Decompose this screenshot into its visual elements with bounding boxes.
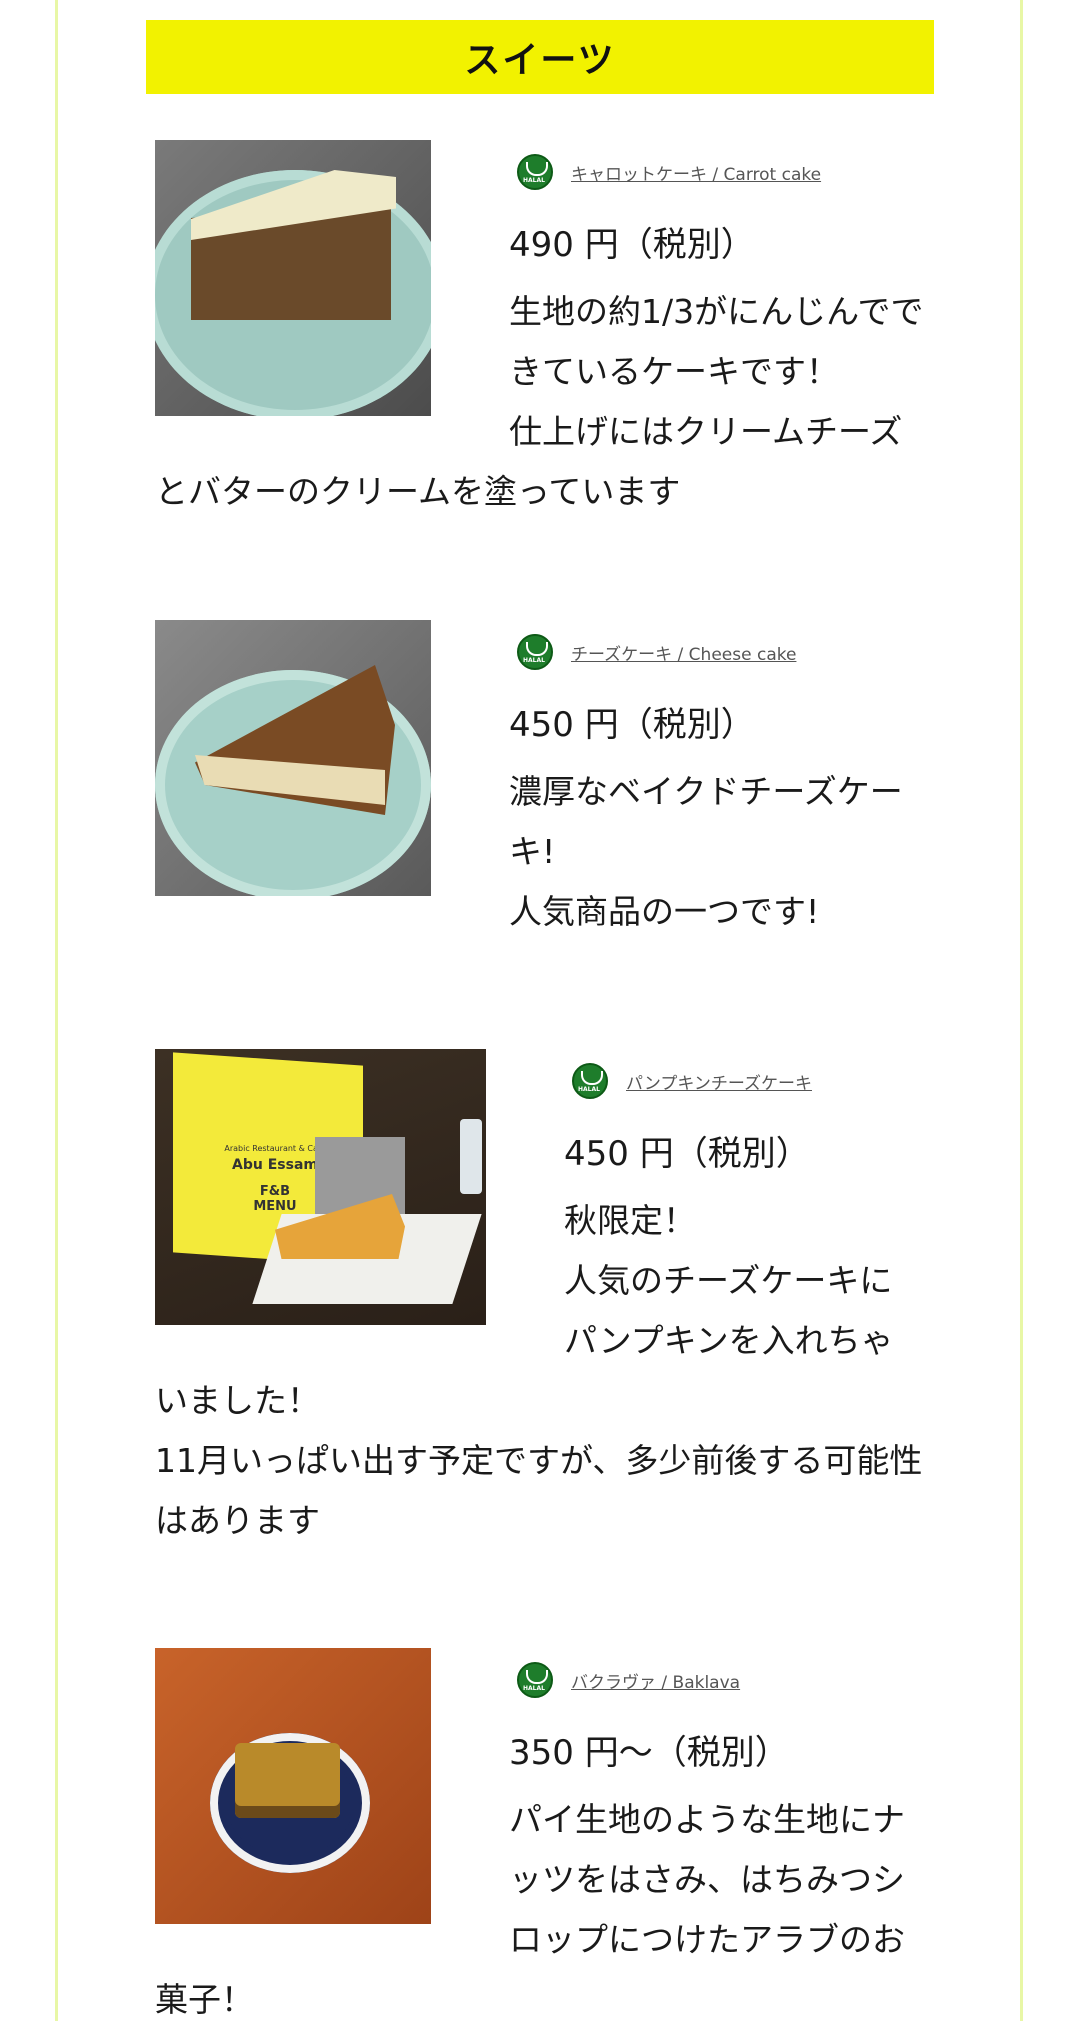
item-name-link[interactable]: チーズケーキ / Cheese cake — [571, 640, 796, 665]
menu-item-carrot-cake: キャロットケーキ / Carrot cake 490 円（税別） 生地の約1/3… — [155, 140, 925, 522]
item-name-link[interactable]: パンプキンチーズケーキ — [626, 1069, 812, 1094]
menu-item-pumpkin-cheese-cake: Arabic Restaurant & Cafe Abu Essam F&B M… — [155, 1049, 925, 1551]
baklava-photo — [155, 1648, 431, 1924]
menu-item-baklava: バクラヴァ / Baklava 350 円〜（税別） パイ生地のような生地にナッ… — [155, 1648, 925, 2030]
halal-icon — [517, 154, 553, 190]
cheese-cake-photo — [155, 620, 431, 896]
item-description-line: 仕上げにはクリームチーズとバターのクリームを塗っています — [155, 412, 903, 511]
item-name-link[interactable]: キャロットケーキ / Carrot cake — [571, 160, 821, 185]
halal-icon — [517, 1662, 553, 1698]
halal-icon — [517, 634, 553, 670]
menu-item-cheese-cake: チーズケーキ / Cheese cake 450 円（税別） 濃厚なベイクドチー… — [155, 620, 925, 942]
item-name-link[interactable]: バクラヴァ / Baklava — [571, 1668, 740, 1693]
item-description-line: 11月いっぱい出す予定ですが、多少前後する可能性はあります — [155, 1441, 923, 1540]
carrot-cake-photo — [155, 140, 431, 416]
pumpkin-cheese-cake-photo: Arabic Restaurant & Cafe Abu Essam F&B M… — [155, 1049, 486, 1325]
halal-icon — [572, 1063, 608, 1099]
section-title: スイーツ — [146, 20, 934, 94]
